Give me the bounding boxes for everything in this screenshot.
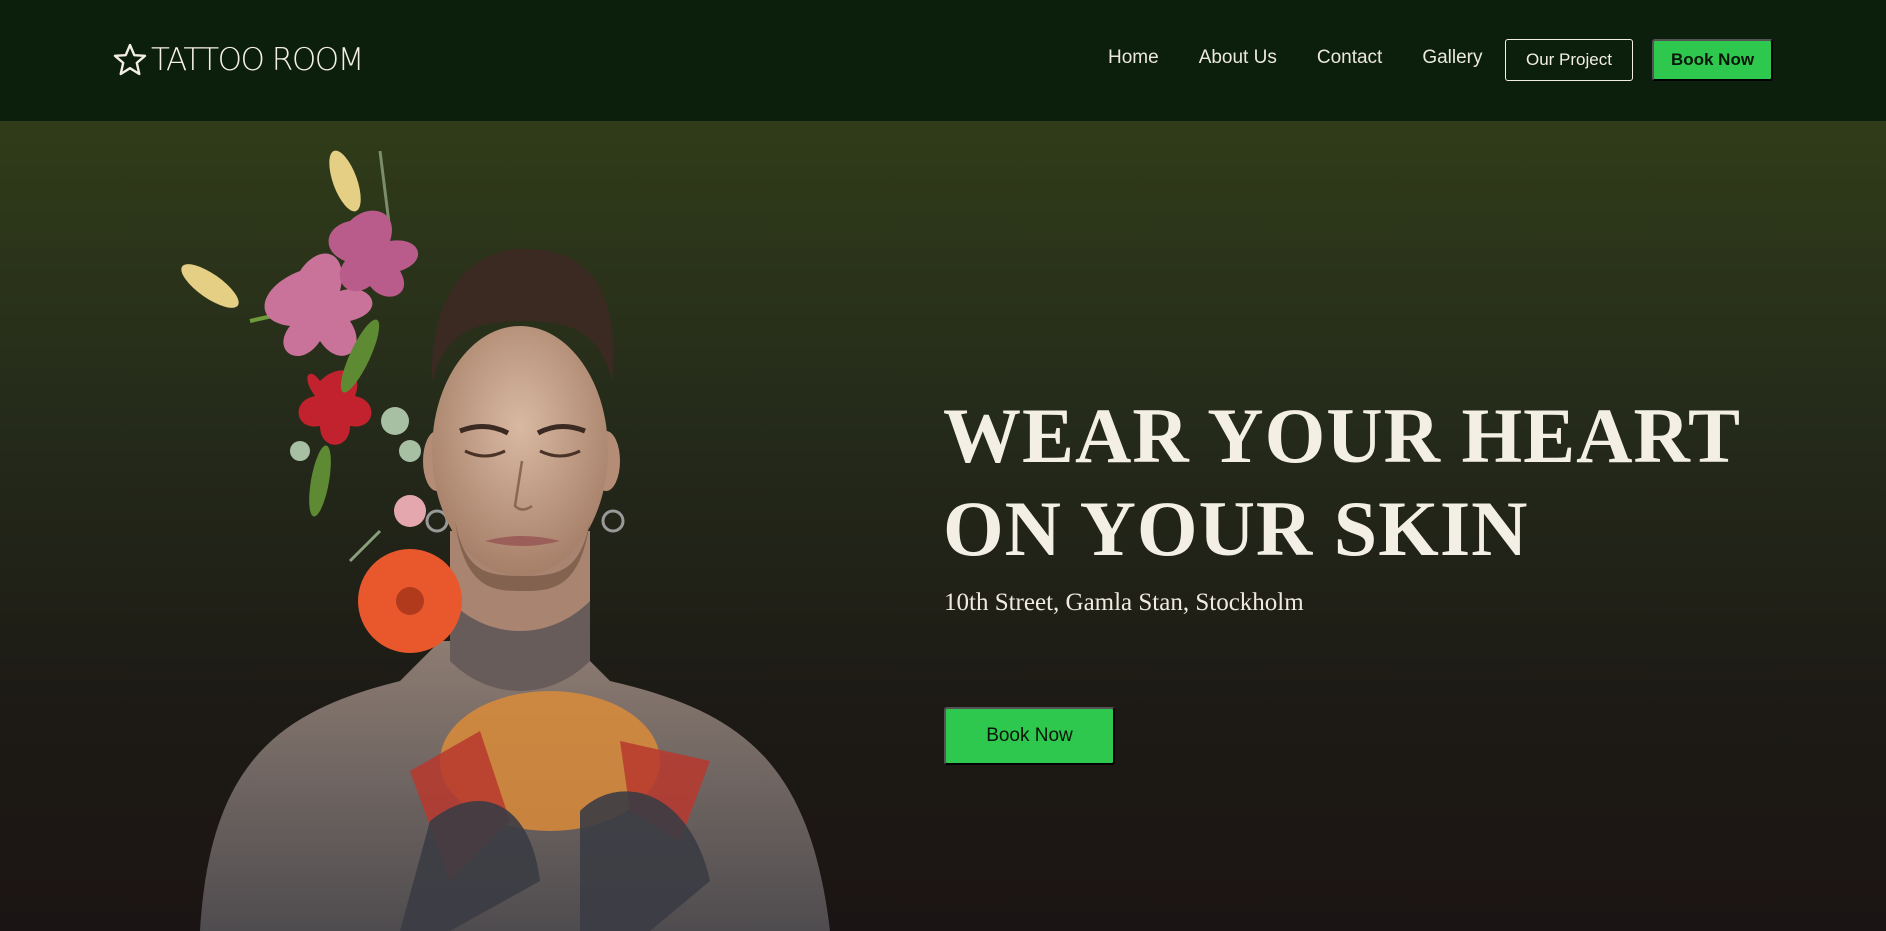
nav-about-link[interactable]: About Us [1199,47,1277,69]
hero-book-now-button[interactable]: Book Now [944,707,1115,765]
headline-line-1: WEAR YOUR HEART [943,392,1742,479]
studio-address: 10th Street, Gamla Stan, Stockholm [944,589,1304,616]
hero-portrait-image [150,121,910,931]
nav-gallery-link[interactable]: Gallery [1422,47,1482,69]
star-icon [113,43,147,77]
nav-home-link[interactable]: Home [1108,47,1159,69]
nav-contact-link[interactable]: Contact [1317,47,1382,69]
site-logo[interactable]: TATTOO ROOM [113,40,364,80]
hero-section: WEAR YOUR HEART ON YOUR SKIN 10th Street… [0,121,1886,931]
main-nav: Home About Us Contact Gallery [1108,47,1483,69]
logo-text: TATTOO ROOM [151,42,364,78]
hero-headline: WEAR YOUR HEART ON YOUR SKIN [943,389,1803,575]
top-navbar: TATTOO ROOM Home About Us Contact Galler… [0,0,1886,121]
headline-line-2: ON YOUR SKIN [943,485,1529,572]
header-book-now-button[interactable]: Book Now [1652,39,1773,81]
our-project-button[interactable]: Our Project [1505,39,1633,81]
